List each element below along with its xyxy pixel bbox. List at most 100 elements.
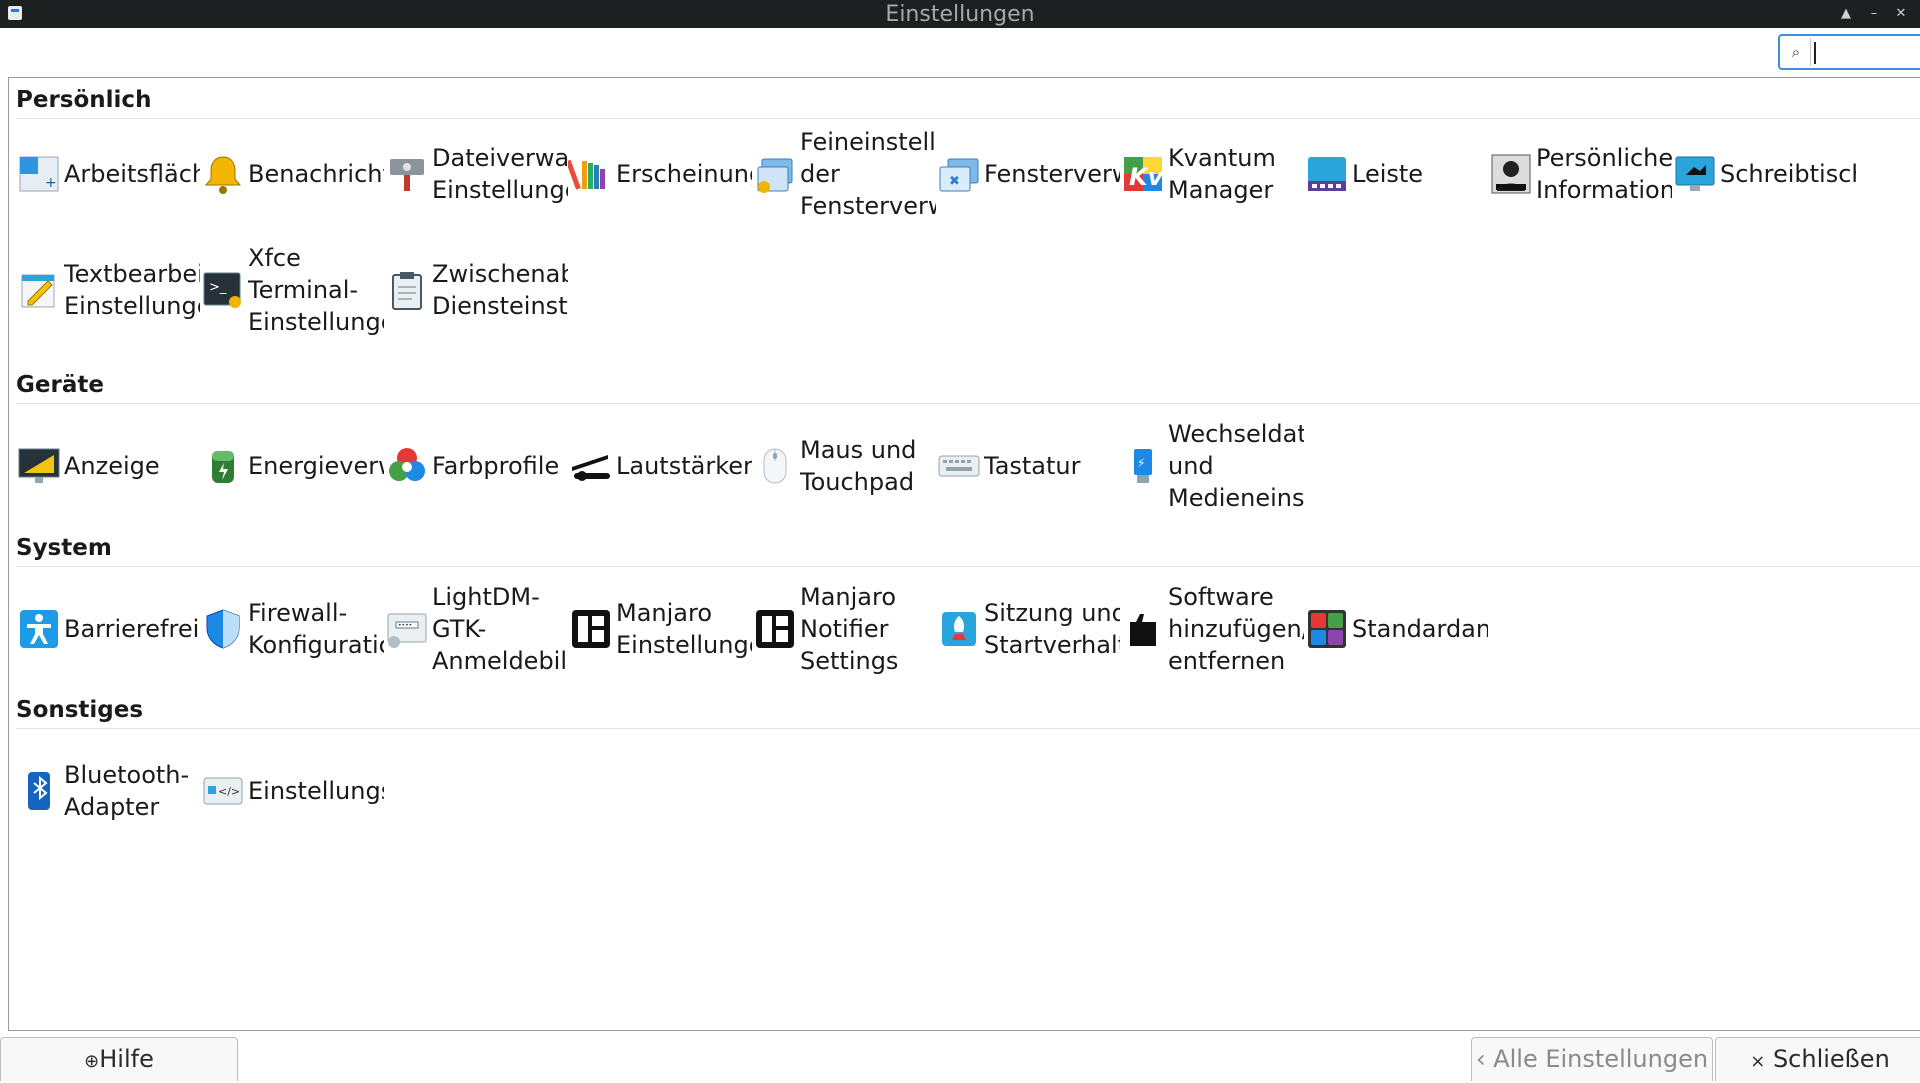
text-caret (1814, 42, 1816, 64)
settings-item-label-line: Terminal- (248, 276, 359, 304)
settings-item[interactable]: Bluetooth- Adapter (16, 733, 200, 849)
settings-item[interactable]: Textbearbeit Einstellunge (16, 232, 200, 348)
keyboard-icon (936, 443, 982, 489)
settings-item-label-line: und (1168, 452, 1214, 480)
settings-item-label-line: Firewall- (248, 599, 348, 627)
settings-item[interactable]: Maus und Touchpad (752, 408, 936, 524)
maximize-icon[interactable]: ▲ (1835, 4, 1857, 24)
login-screen-icon: •••• (384, 606, 430, 652)
settings-item-label: LightDM- GTK- Anmeldebilc (432, 581, 568, 677)
settings-item-label-line: Diensteinste (432, 292, 568, 320)
settings-item[interactable]: Feineinstellu der Fensterverw (752, 116, 936, 232)
settings-item[interactable]: ✖ Fensterverw (936, 116, 1120, 232)
settings-item[interactable]: Manjaro Notifier Settings (752, 571, 936, 687)
settings-item-label-line: Anzeige (64, 452, 160, 480)
settings-item-label-line: Bluetooth- (64, 761, 190, 789)
window-manager-icon: ✖ (936, 151, 982, 197)
help-button[interactable]: ⊕Hilfe (0, 1037, 238, 1081)
settings-item-label-line: Arbeitsfläch (64, 160, 200, 188)
settings-item-label-line: Software (1168, 583, 1274, 611)
display-icon (16, 443, 62, 489)
settings-item-label: Manjaro Notifier Settings (800, 581, 936, 677)
settings-item[interactable]: Schreibtisch (1672, 116, 1856, 232)
search-input[interactable] (1814, 38, 1920, 66)
window-title: Einstellungen (885, 2, 1035, 27)
settings-item[interactable]: Software hinzufügen/entfernen (1120, 571, 1304, 687)
settings-item-label-line: Leiste (1352, 160, 1424, 188)
settings-item-label: Tastatur (984, 450, 1120, 482)
settings-item-label-line: Erscheinung (616, 160, 752, 188)
user-info-icon (1488, 151, 1534, 197)
settings-item-label-line: Fensterverw (984, 160, 1120, 188)
settings-item[interactable]: Energieverw (200, 408, 384, 524)
search-icon: ⌕ (1782, 38, 1811, 66)
volume-icon (568, 443, 614, 489)
settings-item-label-line: Persönliche (1536, 144, 1672, 172)
workspace-icon (1672, 151, 1718, 197)
settings-item-label: Persönliche Information (1536, 142, 1672, 206)
settings-item[interactable]: Kv Kvantum Manager (1120, 116, 1304, 232)
settings-item[interactable]: Tastatur (936, 408, 1120, 524)
settings-item-label-line: Sitzung und (984, 599, 1120, 627)
settings-item-label: Energieverw (248, 450, 384, 482)
session-icon (936, 606, 982, 652)
settings-item-label-line: Einstellunge (432, 176, 568, 204)
settings-item[interactable]: ⚡ Wechseldate und Medieneinst (1120, 408, 1304, 524)
settings-item-label-line: Information (1536, 176, 1672, 204)
settings-item[interactable]: Farbprofile (384, 408, 568, 524)
usb-icon: ⚡ (1120, 443, 1166, 489)
settings-item[interactable]: Barrierefreil (16, 571, 200, 687)
panel-icon (1304, 151, 1350, 197)
settings-item[interactable]: </> Einstellungs (200, 733, 384, 849)
close-button[interactable]: × Schließen (1715, 1037, 1920, 1081)
category-heading: Geräte (16, 372, 104, 398)
settings-item-label: Erscheinung (616, 158, 752, 190)
category-separator (16, 403, 1920, 404)
manjaro-icon (568, 606, 614, 652)
svg-text:✖: ✖ (949, 174, 960, 189)
settings-item[interactable]: Manjaro Einstellunge (568, 571, 752, 687)
settings-item-label-line: Konfiguratic (248, 631, 384, 659)
settings-item[interactable]: Lautstärkere (568, 408, 752, 524)
settings-item-label-line: Einstellungs (248, 777, 384, 805)
settings-item-label-line: Settings (800, 647, 899, 675)
all-settings-button[interactable]: ‹ Alle Einstellungen (1471, 1037, 1713, 1081)
accessibility-icon (16, 606, 62, 652)
settings-item-label: Dateiverwal Einstellunge (432, 142, 568, 206)
settings-item[interactable]: Persönliche Information (1488, 116, 1672, 232)
window-tweaks-icon (752, 151, 798, 197)
settings-item-label-line: Notifier (800, 615, 889, 643)
bell-icon (200, 151, 246, 197)
settings-item[interactable]: >_ Xfce Terminal- Einstellunge (200, 232, 384, 348)
settings-item-label-line: Feineinstellu (800, 128, 936, 156)
close-window-icon[interactable]: ✕ (1890, 4, 1912, 24)
settings-item-label-line: Energieverw (248, 452, 384, 480)
settings-item-label: Bluetooth- Adapter (64, 759, 200, 823)
settings-item-label-line: GTK- (432, 615, 487, 643)
settings-item[interactable]: Benachricht (200, 116, 384, 232)
appearance-icon (565, 151, 614, 197)
settings-item-label-line: Manager (1168, 176, 1274, 204)
settings-item[interactable]: Zwischenabl Diensteinste (384, 232, 568, 348)
settings-item[interactable]: Anzeige (16, 408, 200, 524)
settings-item-label-line: Medieneinst (1168, 484, 1304, 512)
settings-item[interactable]: + Arbeitsfläch (16, 116, 200, 232)
settings-item-label: Wechseldate und Medieneinst (1168, 418, 1304, 514)
svg-text:>_: >_ (209, 280, 227, 295)
settings-item[interactable]: Dateiverwal Einstellunge (384, 116, 568, 232)
settings-item[interactable]: Leiste (1304, 116, 1488, 232)
settings-item-label-line: Tastatur (984, 452, 1081, 480)
settings-item[interactable]: Firewall- Konfiguratic (200, 571, 384, 687)
settings-item[interactable]: •••• LightDM- GTK- Anmeldebilc (384, 571, 568, 687)
settings-item-label-line: LightDM- (432, 583, 540, 611)
settings-item[interactable]: Standardanw (1304, 571, 1488, 687)
settings-item[interactable]: Erscheinung (565, 116, 752, 232)
svg-text:+: + (45, 175, 57, 191)
settings-item[interactable]: Sitzung und Startverhalt (936, 571, 1120, 687)
minimize-icon[interactable]: – (1863, 4, 1885, 24)
settings-item-label-line: Xfce (248, 244, 301, 272)
back-icon: ‹ (1475, 1045, 1486, 1073)
search-field[interactable]: ⌕ (1778, 34, 1920, 70)
settings-item-label-line: Wechseldate (1168, 420, 1304, 448)
settings-item-label: Firewall- Konfiguratic (248, 597, 384, 661)
